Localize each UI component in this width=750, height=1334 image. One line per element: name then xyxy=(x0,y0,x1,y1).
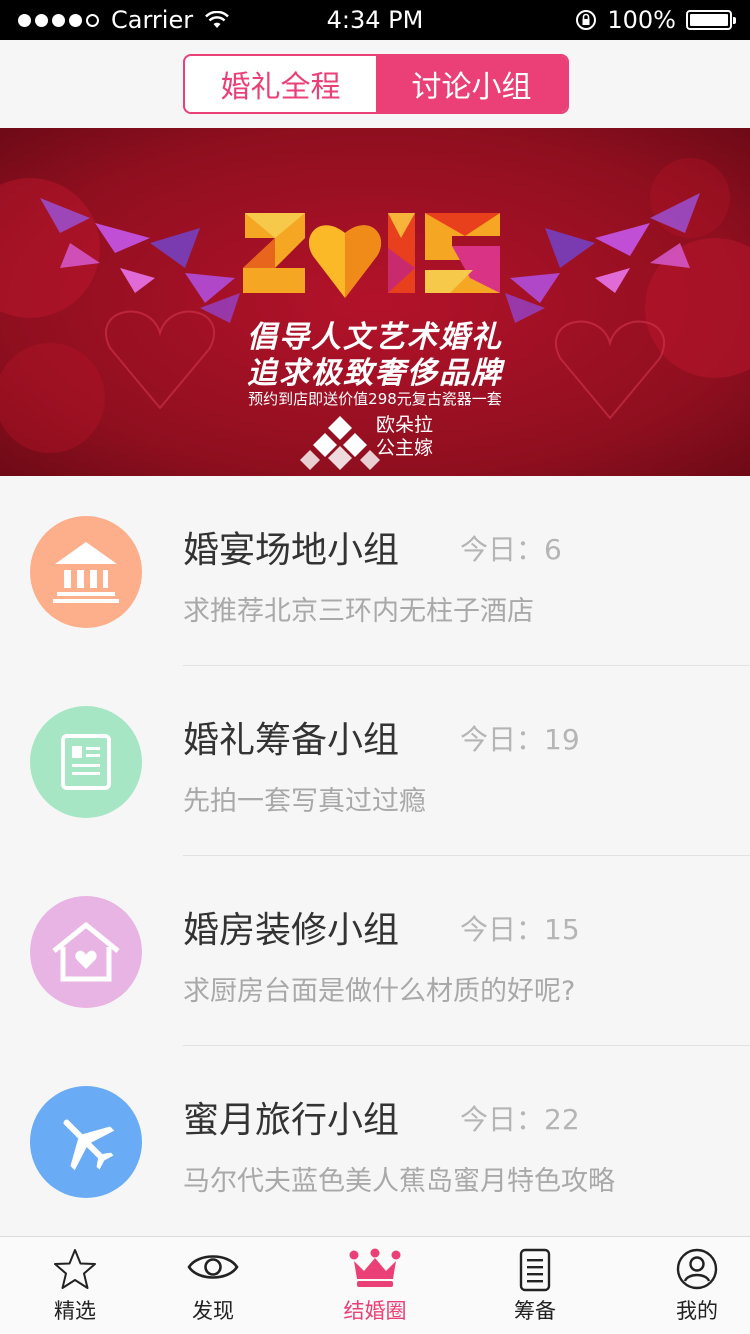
tab-label: 结婚圈 xyxy=(343,1299,407,1323)
tab-label: 筹备 xyxy=(514,1299,556,1323)
tab-featured[interactable]: 精选 xyxy=(0,1237,150,1334)
group-row-preparation[interactable]: 婚礼筹备小组 今日：19 先拍一套写真过过瘾 xyxy=(0,666,750,856)
group-name: 蜜月旅行小组 xyxy=(183,1100,400,1141)
group-today-count: 今日：6 xyxy=(460,533,562,566)
brand-name-line1: 欧朵拉 xyxy=(376,414,434,436)
star-icon xyxy=(54,1249,96,1289)
tab-label: 精选 xyxy=(54,1299,96,1323)
user-icon xyxy=(676,1248,718,1290)
banner-slogan-line2: 追求极致奢侈品牌 xyxy=(247,356,503,391)
banner-promo-text: 预约到店即送价值298元复古瓷器一套 xyxy=(248,390,502,408)
group-latest-post: 求厨房台面是做什么材质的好呢? xyxy=(183,976,576,1007)
checklist-icon xyxy=(519,1248,551,1292)
group-latest-post: 先拍一套写真过过瘾 xyxy=(183,786,426,817)
group-name: 婚房装修小组 xyxy=(183,910,400,951)
crown-icon xyxy=(349,1248,401,1287)
tab-preparation[interactable]: 筹备 xyxy=(460,1237,610,1334)
house-heart-icon xyxy=(30,896,142,1008)
segmented-control: 婚礼全程 讨论小组 xyxy=(183,54,569,114)
group-today-count: 今日：19 xyxy=(460,723,580,756)
airplane-icon xyxy=(30,1086,142,1198)
group-today-count: 今日：15 xyxy=(460,913,580,946)
document-icon xyxy=(30,706,142,818)
venue-icon xyxy=(30,516,142,628)
status-bar: Carrier 4:34 PM 100% xyxy=(0,0,750,40)
group-name: 婚礼筹备小组 xyxy=(183,720,400,761)
rotation-lock-icon xyxy=(576,10,597,30)
group-latest-post: 求推荐北京三环内无柱子酒店 xyxy=(183,596,534,627)
group-today-count: 今日：22 xyxy=(460,1103,580,1136)
group-row-home-decoration[interactable]: 婚房装修小组 今日：15 求厨房台面是做什么材质的好呢? xyxy=(0,856,750,1046)
bottom-tab-bar: 精选 发现 结婚圈 筹备 我的 xyxy=(0,1236,750,1334)
group-row-honeymoon[interactable]: 蜜月旅行小组 今日：22 马尔代夫蓝色美人蕉岛蜜月特色攻略 xyxy=(0,1046,750,1236)
tab-discover[interactable]: 发现 xyxy=(138,1237,288,1334)
segment-tab-wedding-process[interactable]: 婚礼全程 xyxy=(185,56,376,112)
tab-mine[interactable]: 我的 xyxy=(622,1237,750,1334)
promo-banner[interactable]: 倡导人文艺术婚礼 追求极致奢侈品牌 预约到店即送价值298元复古瓷器一套 欧朵拉… xyxy=(0,128,750,476)
group-latest-post: 马尔代夫蓝色美人蕉岛蜜月特色攻略 xyxy=(183,1166,615,1197)
brand-name-line2: 公主嫁 xyxy=(376,437,434,459)
battery-icon xyxy=(686,10,736,30)
banner-year-graphic xyxy=(243,213,500,298)
eye-icon xyxy=(187,1255,239,1279)
banner-brand-name: 欧朵拉 公主嫁 xyxy=(376,414,433,460)
status-right: 100% xyxy=(575,6,736,34)
top-header: 婚礼全程 讨论小组 xyxy=(0,40,750,128)
group-row-venue[interactable]: 婚宴场地小组 今日：6 求推荐北京三环内无柱子酒店 xyxy=(0,476,750,666)
battery-percent: 100% xyxy=(607,6,676,34)
tab-label: 发现 xyxy=(192,1299,234,1323)
tab-wedding-circle[interactable]: 结婚圈 xyxy=(300,1237,450,1334)
brand-logo-icon xyxy=(300,416,380,470)
group-name: 婚宴场地小组 xyxy=(183,530,400,571)
group-list: 婚宴场地小组 今日：6 求推荐北京三环内无柱子酒店 婚礼筹备小组 今日：19 先… xyxy=(0,476,750,1236)
segment-tab-discussion-groups[interactable]: 讨论小组 xyxy=(376,56,567,112)
banner-decoration xyxy=(0,158,750,470)
tab-label: 我的 xyxy=(676,1299,718,1323)
